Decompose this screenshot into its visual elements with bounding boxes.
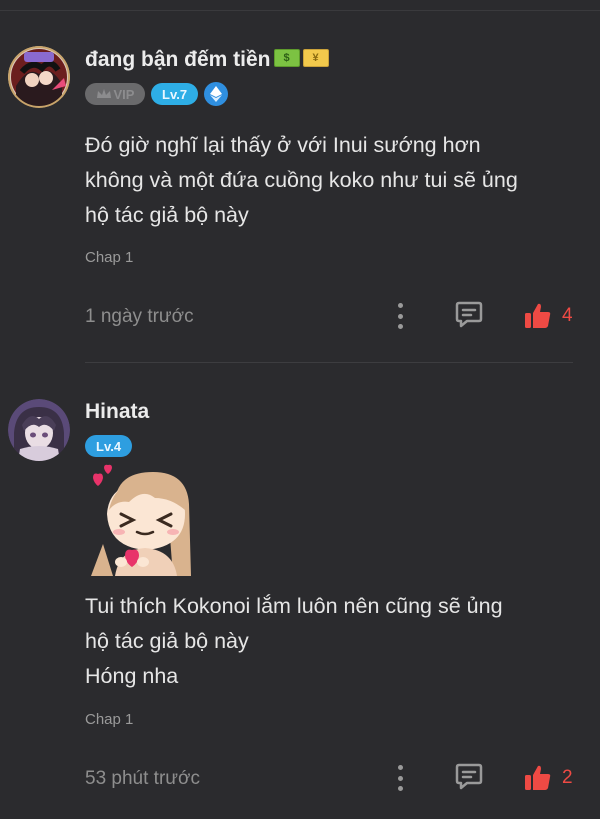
like-count: 4: [562, 305, 573, 326]
dollar-banknote-icon: $: [273, 49, 300, 68]
comment-text: Tui thích Kokonoi lắm luôn nên cũng sẽ ủ…: [85, 589, 503, 694]
comment-line: không và một đứa cuồng koko như tui sẽ ủ…: [85, 168, 518, 192]
reply-icon[interactable]: [454, 761, 484, 791]
username[interactable]: đang bận đếm tiền $ ¥: [85, 48, 329, 72]
chapter-label[interactable]: Chap 1: [85, 249, 133, 266]
like-count: 2: [562, 767, 573, 788]
level-badge: Lv.4: [85, 435, 133, 457]
thumbs-up-icon: [525, 303, 551, 328]
sticker-image: [85, 464, 205, 579]
username-text: đang bận đếm tiền: [85, 48, 271, 71]
thumbs-up-icon: [525, 765, 551, 790]
comment-text: Đó giờ nghĩ lại thấy ở với Inui sướng hơ…: [85, 128, 518, 233]
comment-line: Đó giờ nghĩ lại thấy ở với Inui sướng hơ…: [85, 133, 481, 157]
vip-badge: VIP: [85, 83, 145, 105]
ethereum-icon: [204, 82, 229, 106]
crown-icon: [96, 89, 111, 98]
badges: Lv.4: [85, 434, 133, 458]
yen-banknote-icon: ¥: [302, 49, 329, 68]
more-vertical-icon[interactable]: [393, 765, 407, 791]
comment-line: Hóng nha: [85, 664, 179, 688]
like-button[interactable]: 4: [524, 302, 573, 330]
reply-icon[interactable]: [454, 299, 484, 329]
timestamp: 53 phút trước: [85, 768, 200, 789]
comment-item: Hinata Lv.4 Tui thích Kokonoi lắm luôn n…: [0, 392, 600, 812]
top-divider: [0, 10, 600, 11]
vip-label: VIP: [113, 86, 135, 102]
avatar[interactable]: [8, 46, 70, 108]
comment-line: Tui thích Kokonoi lắm luôn nên cũng sẽ ủ…: [85, 594, 503, 618]
more-vertical-icon[interactable]: [393, 303, 407, 329]
username-text: Hinata: [85, 400, 150, 423]
avatar[interactable]: [8, 399, 70, 461]
comment-divider: [85, 362, 573, 363]
like-button[interactable]: 2: [524, 764, 573, 792]
username[interactable]: Hinata: [85, 400, 149, 424]
level-badge: Lv.7: [151, 83, 199, 105]
comment-item: đang bận đếm tiền $ ¥ VIP Lv.7 Đó giờ nghĩ…: [0, 40, 600, 362]
timestamp: 1 ngày trước: [85, 306, 194, 327]
comment-line: hộ tác giả bộ này: [85, 203, 249, 227]
comment-line: hộ tác giả bộ này: [85, 629, 249, 653]
chapter-label[interactable]: Chap 1: [85, 711, 133, 728]
badges: VIP Lv.7: [85, 82, 229, 106]
